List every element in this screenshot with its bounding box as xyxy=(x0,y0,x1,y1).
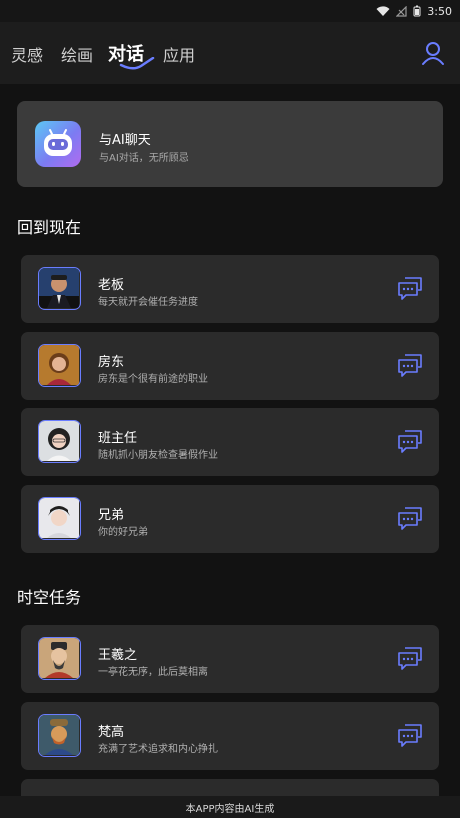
top-nav: 灵感 绘画 对话 应用 xyxy=(0,22,460,84)
character-card-brother[interactable]: 兄弟 你的好兄弟 xyxy=(21,485,439,553)
card-subtitle: 房东是个很有前途的职业 xyxy=(98,374,208,385)
tab-drawing[interactable]: 绘画 xyxy=(61,42,93,66)
hero-title: 与AI聊天 xyxy=(99,133,151,148)
profile-icon[interactable] xyxy=(420,40,446,66)
avatar xyxy=(38,267,81,310)
robot-icon xyxy=(35,121,81,167)
avatar xyxy=(38,637,81,680)
section-title-present: 回到现在 xyxy=(17,218,82,237)
active-tab-indicator-icon xyxy=(119,57,155,70)
tab-inspiration[interactable]: 灵感 xyxy=(11,42,43,66)
card-subtitle: 一亭花无序，此后莫相离 xyxy=(98,667,208,678)
character-card-landlord[interactable]: 房东 房东是个很有前途的职业 xyxy=(21,332,439,400)
chat-bubble-icon[interactable] xyxy=(397,352,423,378)
character-card-teacher[interactable]: 班主任 随机抓小朋友检查暑假作业 xyxy=(21,408,439,476)
main-content: 与AI聊天 与AI对话，无所顾忌 回到现在 老板 每天就开会催任务进度 房东 房… xyxy=(0,84,460,796)
avatar xyxy=(38,344,81,387)
card-title: 房东 xyxy=(98,355,125,370)
signal-icon xyxy=(396,5,407,17)
character-card-van-gogh[interactable]: 梵高 充满了艺术追求和内心挣扎 xyxy=(21,702,439,770)
chat-bubble-icon[interactable] xyxy=(397,428,423,454)
card-subtitle: 你的好兄弟 xyxy=(98,527,148,538)
card-title: 梵高 xyxy=(98,725,125,740)
section-title-time-travel: 时空任务 xyxy=(17,588,82,607)
avatar xyxy=(38,714,81,757)
card-subtitle: 每天就开会催任务进度 xyxy=(98,297,198,308)
footer-disclaimer: 本APP内容由AI生成 xyxy=(0,796,460,818)
card-subtitle: 充满了艺术追求和内心挣扎 xyxy=(98,744,218,755)
status-time: 3:50 xyxy=(427,4,452,18)
avatar xyxy=(38,420,81,463)
chat-bubble-icon[interactable] xyxy=(397,505,423,531)
ai-chat-card[interactable]: 与AI聊天 与AI对话，无所顾忌 xyxy=(17,101,443,187)
status-bar: 3:50 xyxy=(0,0,460,22)
chat-bubble-icon[interactable] xyxy=(397,645,423,671)
character-card-wang-xizhi[interactable]: 王羲之 一亭花无序，此后莫相离 xyxy=(21,625,439,693)
chat-bubble-icon[interactable] xyxy=(397,722,423,748)
wifi-icon xyxy=(376,5,390,17)
character-card-partial[interactable] xyxy=(21,779,439,796)
character-card-boss[interactable]: 老板 每天就开会催任务进度 xyxy=(21,255,439,323)
avatar xyxy=(38,497,81,540)
card-title: 班主任 xyxy=(98,431,138,446)
card-subtitle: 随机抓小朋友检查暑假作业 xyxy=(98,450,218,461)
card-title: 老板 xyxy=(98,278,125,293)
hero-subtitle: 与AI对话，无所顾忌 xyxy=(99,153,189,164)
tab-apps[interactable]: 应用 xyxy=(163,42,195,66)
battery-icon xyxy=(413,5,421,17)
chat-bubble-icon[interactable] xyxy=(397,275,423,301)
card-title: 王羲之 xyxy=(98,648,138,663)
card-title: 兄弟 xyxy=(98,508,125,523)
